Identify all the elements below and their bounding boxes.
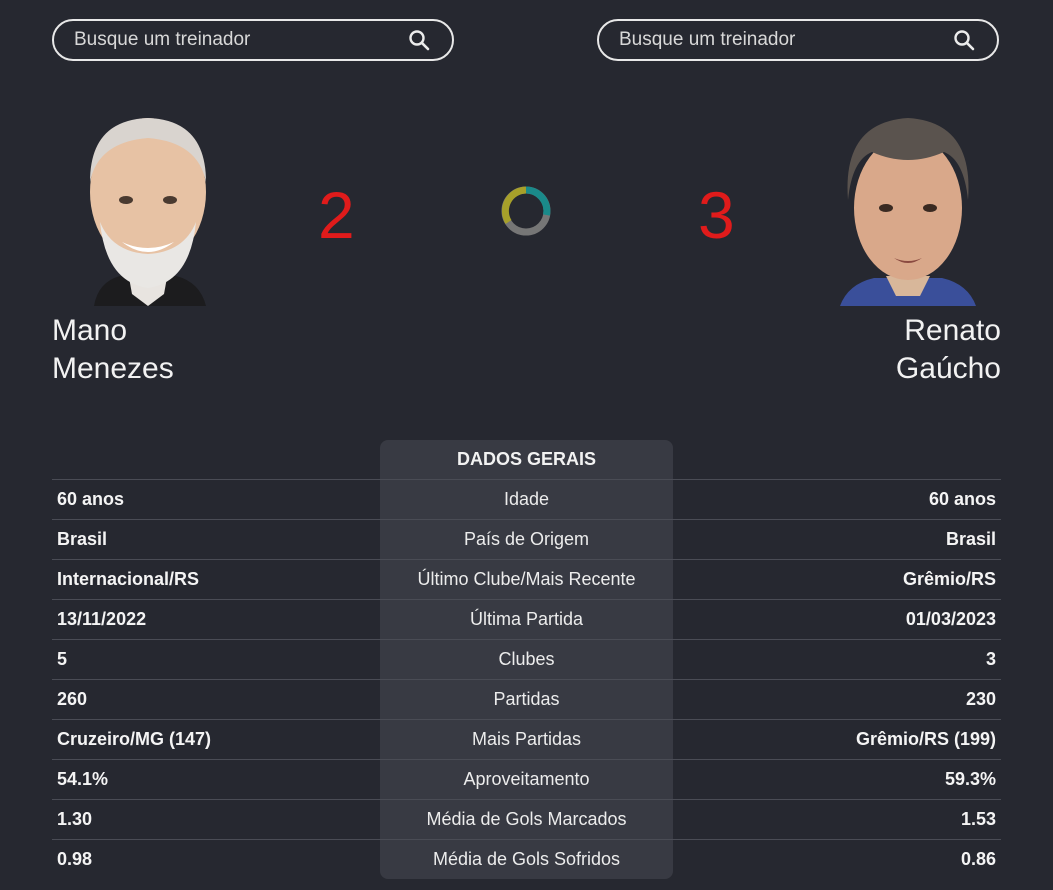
row-label: Média de Gols Marcados <box>426 809 627 829</box>
left-coach-name: Mano Menezes <box>52 312 174 388</box>
right-coach-search-box[interactable] <box>597 19 999 61</box>
left-coach-last-name: Menezes <box>52 352 174 385</box>
row-label: Clubes <box>498 649 555 669</box>
right-coach-score: 3 <box>698 178 735 252</box>
left-value: 5 <box>57 649 68 669</box>
row-label: Mais Partidas <box>471 729 582 749</box>
right-value: 60 anos <box>928 489 996 509</box>
right-value: Brasil <box>945 529 996 549</box>
right-value: 01/03/2023 <box>905 609 996 629</box>
right-value: 59.3% <box>944 769 996 789</box>
left-value: 13/11/2022 <box>57 609 147 629</box>
left-value: Internacional/RS <box>57 569 200 589</box>
left-value: 0.98 <box>57 849 93 869</box>
row-label: Última Partida <box>469 609 584 629</box>
search-icon[interactable] <box>408 29 430 51</box>
stats-row-ultimo-clube: Internacional/RS Último Clube/Mais Recen… <box>52 559 1001 599</box>
stats-table-title: DADOS GERAIS <box>456 449 597 469</box>
right-coach-name: Renato Gaúcho <box>896 312 1001 388</box>
left-coach-score: 2 <box>318 178 355 252</box>
row-label: Último Clube/Mais Recente <box>417 569 636 589</box>
row-label: Aproveitamento <box>463 769 590 789</box>
left-value: Brasil <box>57 529 108 549</box>
coach-comparison-page: 2 3 Mano Menezes Renato Gaúcho DADOS GER… <box>0 0 1053 890</box>
stats-row-pais: Brasil País de Origem Brasil <box>52 519 1001 559</box>
row-label: Média de Gols Sofridos <box>432 849 621 869</box>
stats-row-clubes: 5 Clubes 3 <box>52 639 1001 679</box>
right-value: Grêmio/RS <box>902 569 996 589</box>
search-icon[interactable] <box>953 29 975 51</box>
left-value: 1.30 <box>57 809 93 829</box>
left-value: 60 anos <box>57 489 125 509</box>
left-value: 54.1% <box>57 769 109 789</box>
right-coach-search-input[interactable] <box>619 29 953 51</box>
stats-row-aproveitamento: 54.1% Aproveitamento 59.3% <box>52 759 1001 799</box>
left-coach-first-name: Mano <box>52 314 128 347</box>
right-value: 3 <box>985 649 996 669</box>
right-value: 230 <box>965 689 996 709</box>
right-value: 0.86 <box>960 849 996 869</box>
stats-row-mais-partidas: Cruzeiro/MG (147) Mais Partidas Grêmio/R… <box>52 719 1001 759</box>
left-coach-search-box[interactable] <box>52 19 454 61</box>
loading-spinner-icon <box>501 186 551 236</box>
row-label: Idade <box>503 489 550 509</box>
stats-table: 60 anos Idade 60 anos Brasil País de Ori… <box>52 479 1001 879</box>
stats-row-gols-marcados: 1.30 Média de Gols Marcados 1.53 <box>52 799 1001 839</box>
stats-row-ultima-partida: 13/11/2022 Última Partida 01/03/2023 <box>52 599 1001 639</box>
stats-row-partidas: 260 Partidas 230 <box>52 679 1001 719</box>
left-value: 260 <box>57 689 88 709</box>
row-label: Partidas <box>493 689 560 709</box>
right-coach-first-name: Renato <box>904 314 1001 347</box>
row-label: País de Origem <box>463 529 590 549</box>
right-value: 1.53 <box>960 809 996 829</box>
right-coach-last-name: Gaúcho <box>895 352 1001 385</box>
stats-row-idade: 60 anos Idade 60 anos <box>52 479 1001 519</box>
left-value: Cruzeiro/MG (147) <box>57 729 212 749</box>
right-coach-photo <box>840 112 976 306</box>
right-value: Grêmio/RS (199) <box>855 729 996 749</box>
left-coach-search-input[interactable] <box>74 29 408 51</box>
stats-row-gols-sofridos: 0.98 Média de Gols Sofridos 0.86 <box>52 839 1001 879</box>
left-coach-photo <box>80 112 216 306</box>
